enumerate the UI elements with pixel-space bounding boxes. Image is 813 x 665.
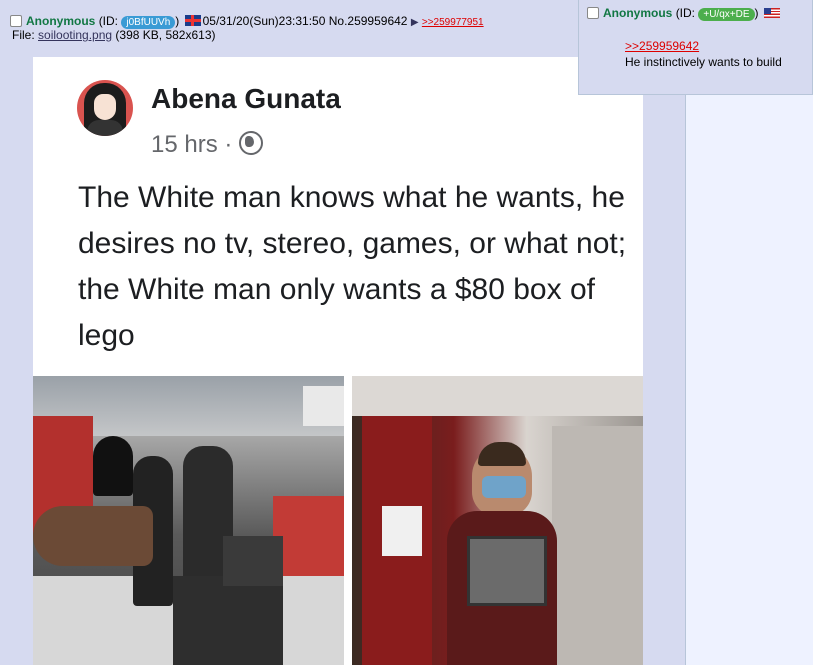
reply-post-header: Anonymous (ID: +U/qx+DE): [587, 6, 782, 21]
op-reply-backlink[interactable]: >>259977951: [422, 17, 484, 28]
fb-author-name: Abena Gunata: [151, 83, 341, 114]
reply-post-text: He instinctively wants to build: [625, 55, 782, 69]
op-id-suffix: ): [175, 14, 180, 28]
reply-poster-id[interactable]: +U/qx+DE: [698, 8, 755, 21]
reply-post-body: >>259959642 He instinctively wants to bu…: [625, 38, 782, 70]
post-menu-arrow-icon[interactable]: ▶: [411, 17, 419, 28]
op-poster-name: Anonymous: [26, 14, 96, 28]
reply-quote-link[interactable]: >>259959642: [625, 39, 699, 53]
reply-id-suffix: ): [754, 6, 759, 20]
op-post: Anonymous (ID: j0BfUUVh) 05/31/20(Sun)23…: [0, 0, 686, 665]
reply-poster-name: Anonymous: [603, 6, 673, 20]
file-meta: (398 KB, 582x613): [115, 28, 216, 42]
op-post-number[interactable]: No.259959642: [329, 14, 408, 28]
op-select-checkbox[interactable]: [10, 15, 22, 27]
uk-flag-icon: [184, 15, 201, 26]
file-name-link[interactable]: soilooting.png: [38, 28, 112, 42]
op-id-prefix: (ID:: [98, 14, 119, 28]
reply-select-checkbox[interactable]: [587, 7, 599, 19]
store-interior-photo: [33, 376, 344, 665]
reply-id-prefix: (ID:: [675, 6, 696, 20]
op-file-info: File: soilooting.png (398 KB, 582x613): [12, 28, 216, 42]
attached-image[interactable]: Abena Gunata 15 hrs · The White man know…: [33, 57, 643, 665]
fb-post-time: 15 hrs: [151, 131, 218, 158]
reply-preview-panel: Anonymous (ID: +U/qx+DE) >>259959642 He …: [578, 0, 813, 95]
fb-meta-separator: ·: [224, 131, 233, 158]
fb-post-text: The White man knows what he wants, he de…: [78, 181, 627, 352]
file-label: File:: [12, 28, 35, 42]
avatar: [77, 80, 133, 136]
fb-post-meta: 15 hrs ·: [151, 131, 264, 159]
us-flag-icon: [763, 8, 780, 18]
globe-icon: [239, 131, 264, 155]
man-with-box-photo: [352, 376, 643, 665]
op-datetime: 05/31/20(Sun)23:31:50: [202, 14, 326, 28]
